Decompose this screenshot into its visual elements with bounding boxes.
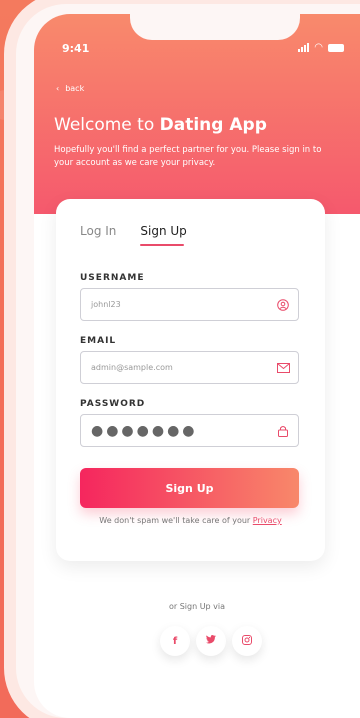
page-title: Welcome to Dating App: [54, 115, 267, 135]
facebook-icon: f: [172, 635, 178, 647]
social-signup-label: or Sign Up via: [168, 602, 226, 611]
back-label: back: [65, 84, 85, 93]
title-brand: Dating App: [159, 115, 267, 135]
email-placeholder: admin@sample.com: [91, 363, 173, 372]
user-icon: [276, 298, 290, 312]
wifi-icon: ◠: [314, 42, 323, 53]
status-icons: ◠: [298, 42, 344, 53]
twitter-icon: [206, 635, 216, 647]
instagram-button[interactable]: [232, 626, 262, 656]
username-value: johnl23: [91, 300, 121, 309]
social-buttons: f: [160, 626, 262, 656]
spam-note: We don't spam we'll take care of your Pr…: [56, 516, 325, 525]
phone-frame: 9:41 ◠ ‹ back Welcome to Dating App Hope…: [16, 4, 360, 718]
signup-card: Log In Sign Up USERNAME johnl23 EMAIL ad…: [56, 199, 325, 561]
phone-notch: [130, 14, 300, 40]
instagram-icon: [242, 634, 252, 648]
password-field[interactable]: ●●●●●●●: [80, 414, 299, 447]
mail-icon: [276, 361, 290, 375]
password-label: PASSWORD: [80, 399, 146, 409]
tab-signup[interactable]: Sign Up: [140, 224, 187, 246]
username-label: USERNAME: [80, 273, 145, 283]
auth-tabs: Log In Sign Up: [80, 224, 187, 246]
tab-login[interactable]: Log In: [80, 224, 116, 238]
chevron-left-icon: ‹: [56, 84, 60, 93]
app-screen: 9:41 ◠ ‹ back Welcome to Dating App Hope…: [34, 14, 360, 718]
spam-text: We don't spam we'll take care of your: [99, 516, 253, 525]
signal-icon: [298, 43, 310, 52]
signup-button[interactable]: Sign Up: [80, 468, 299, 508]
battery-icon: [328, 43, 344, 52]
back-button[interactable]: ‹ back: [56, 84, 84, 93]
title-prefix: Welcome to: [54, 115, 160, 135]
page-subtitle: Hopefully you'll find a perfect partner …: [54, 145, 322, 168]
lock-icon: [276, 424, 290, 438]
email-label: EMAIL: [80, 336, 117, 346]
email-field[interactable]: admin@sample.com: [80, 351, 299, 384]
facebook-button[interactable]: f: [160, 626, 190, 656]
password-value: ●●●●●●●: [91, 422, 198, 439]
twitter-button[interactable]: [196, 626, 226, 656]
status-time: 9:41: [62, 42, 90, 55]
username-field[interactable]: johnl23: [80, 288, 299, 321]
privacy-link[interactable]: Privacy: [253, 516, 282, 525]
